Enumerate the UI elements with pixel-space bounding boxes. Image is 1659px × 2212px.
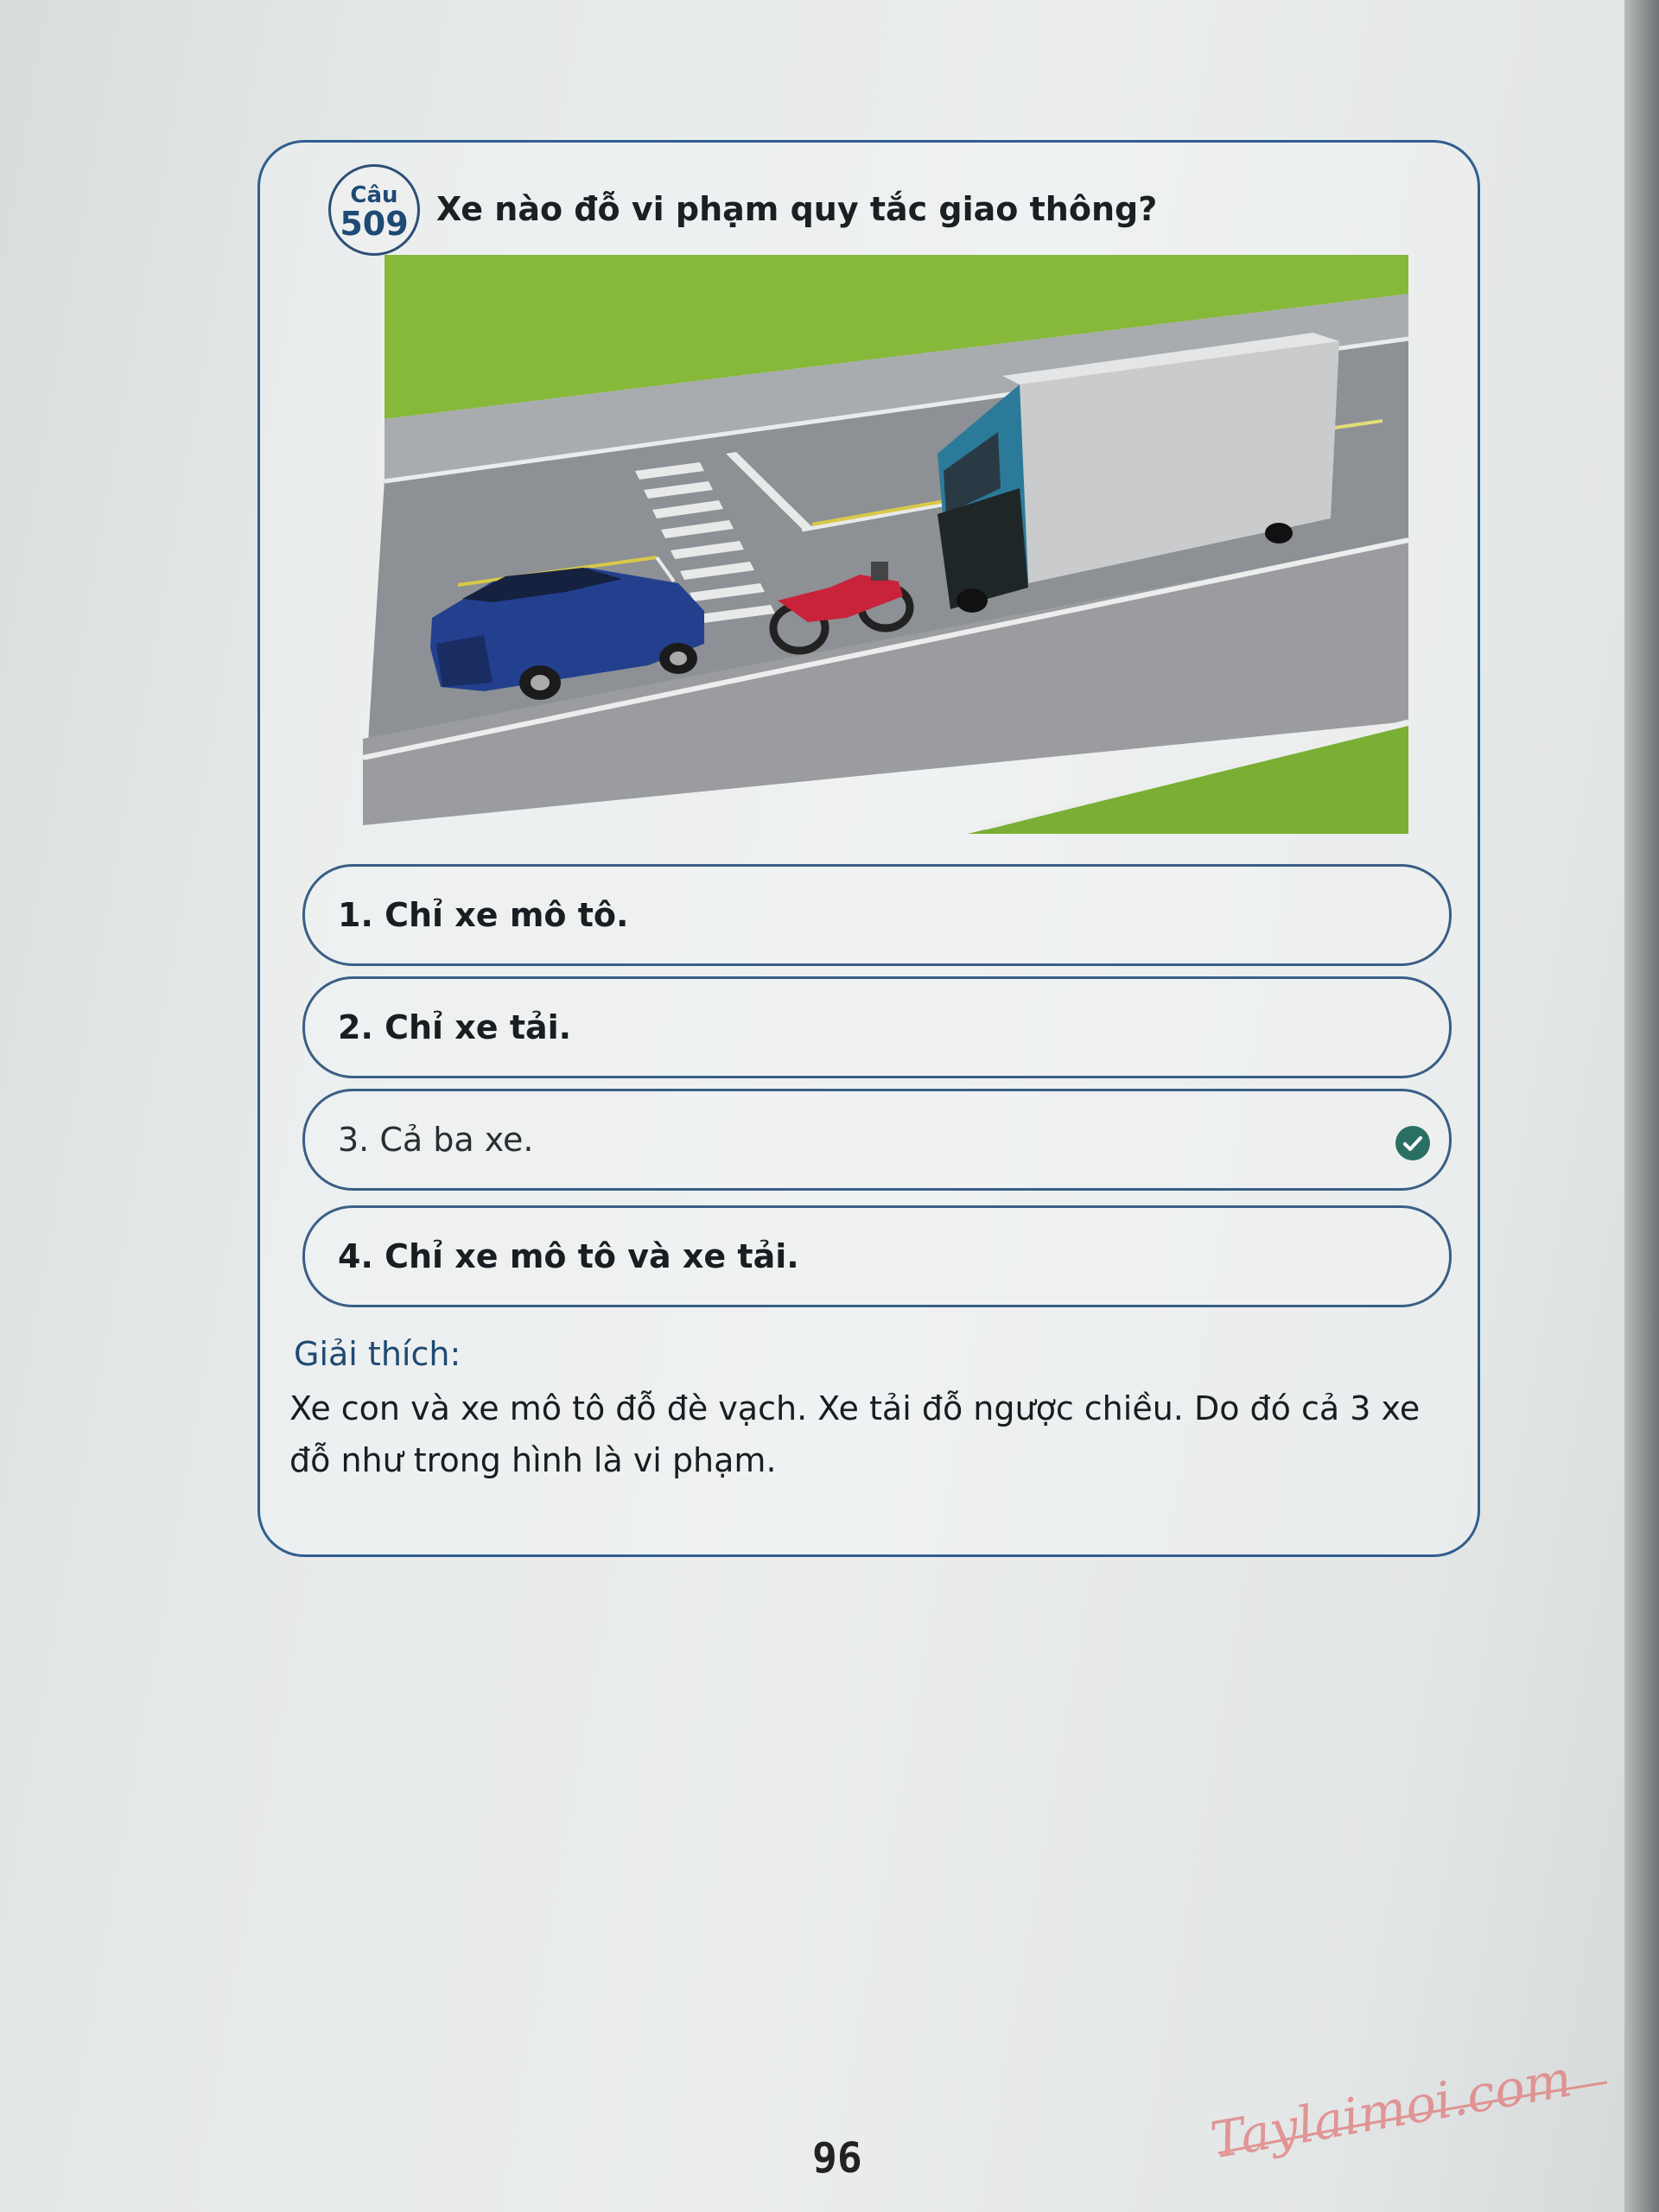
answer-option-2[interactable]: 2. Chỉ xe tải. xyxy=(302,976,1452,1078)
traffic-scene-illustration xyxy=(363,255,1408,834)
watermark-logo: Taylaimoi.com xyxy=(1206,2056,1608,2160)
explanation-text: Xe con và xe mô tô đỗ đè vạch. Xe tải đỗ… xyxy=(289,1389,1421,1479)
answer-option-label: 2. Chỉ xe tải. xyxy=(338,1008,572,1046)
answer-option-label: 4. Chỉ xe mô tô và xe tải. xyxy=(338,1237,799,1275)
question-number: 509 xyxy=(340,205,409,243)
answer-option-1[interactable]: 1. Chỉ xe mô tô. xyxy=(302,864,1452,966)
page-edge-shadow xyxy=(1624,0,1659,2212)
badge-label: Câu xyxy=(350,182,398,208)
answer-option-3[interactable]: 3. Cả ba xe. xyxy=(302,1089,1452,1191)
explanation-label: Giải thích: xyxy=(294,1335,461,1373)
answer-option-4[interactable]: 4. Chỉ xe mô tô và xe tải. xyxy=(302,1205,1452,1307)
question-number-badge: Câu 509 xyxy=(328,164,420,256)
question-text: Xe nào đỗ vi phạm quy tắc giao thông? xyxy=(436,190,1158,228)
check-icon xyxy=(1395,1126,1430,1160)
answer-option-label: 1. Chỉ xe mô tô. xyxy=(338,896,629,934)
answer-option-label: 3. Cả ba xe. xyxy=(338,1121,534,1159)
page-number: 96 xyxy=(812,2134,862,2183)
